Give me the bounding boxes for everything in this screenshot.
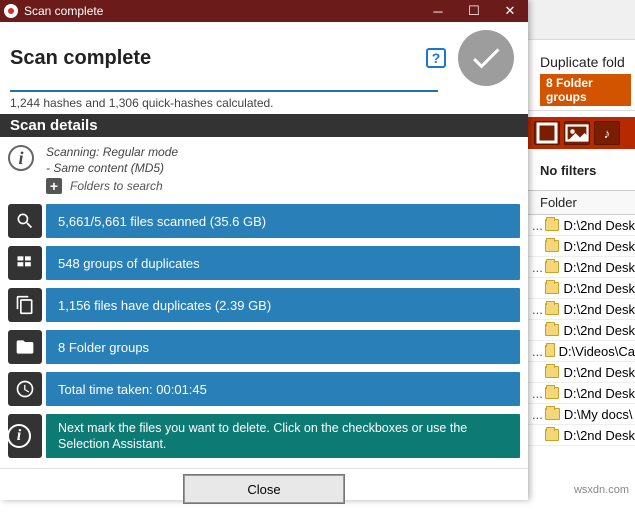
duplicate-folders-title: Duplicate fold — [540, 54, 631, 70]
title-bar[interactable]: Scan complete ─ ☐ ✕ — [0, 0, 528, 22]
close-window-button[interactable]: ✕ — [492, 0, 528, 22]
scan-content-label: - Same content (MD5) — [46, 161, 178, 177]
list-item[interactable]: ...D:\2nd Desk — [528, 383, 635, 404]
folder-groups-label: 8 Folder groups — [46, 330, 520, 364]
close-button[interactable]: Close — [184, 475, 344, 503]
list-item[interactable]: ...D:\2nd Desk — [528, 425, 635, 446]
folder-icon — [545, 303, 560, 315]
filter-toolbar: ♪ — [528, 117, 635, 149]
filter-music-icon[interactable]: ♪ — [594, 121, 620, 145]
plus-icon: + — [46, 178, 62, 194]
help-icon[interactable]: ? — [426, 48, 446, 68]
list-item[interactable]: ...D:\2nd Desk — [528, 320, 635, 341]
folder-list: ...D:\2nd Desk ...D:\2nd Desk ...D:\2nd … — [528, 215, 635, 446]
folders-to-search[interactable]: + Folders to search — [0, 178, 528, 200]
folder-column-header[interactable]: Folder — [528, 191, 635, 215]
complete-check-icon — [458, 30, 514, 86]
folder-icon — [545, 219, 560, 231]
clock-icon — [15, 379, 35, 399]
files-have-duplicates-label: 1,156 files have duplicates (2.39 GB) — [46, 288, 520, 322]
duplicate-groups-row: 548 groups of duplicates — [8, 246, 520, 280]
page-title: Scan complete — [10, 47, 426, 70]
total-time-row: Total time taken: 00:01:45 — [8, 372, 520, 406]
maximize-button[interactable]: ☐ — [456, 0, 492, 22]
list-item[interactable]: ...D:\Videos\Ca — [528, 341, 635, 362]
hash-count-label: 1,244 hashes and 1,306 quick-hashes calc… — [0, 96, 528, 114]
folder-icon — [545, 240, 560, 252]
folder-icon — [545, 282, 560, 294]
minimize-button[interactable]: ─ — [420, 0, 456, 22]
folder-icon — [545, 429, 560, 441]
scan-complete-dialog: Scan complete ─ ☐ ✕ Scan complete ? 1,24… — [0, 0, 528, 500]
files-scanned-label: 5,661/5,661 files scanned (35.6 GB) — [46, 204, 520, 238]
groups-icon — [15, 253, 35, 273]
files-scanned-row: 5,661/5,661 files scanned (35.6 GB) — [8, 204, 520, 238]
folder-icon — [545, 387, 560, 399]
total-time-label: Total time taken: 00:01:45 — [46, 372, 520, 406]
info-icon: i — [8, 145, 34, 171]
folder-groups-badge: 8 Folder groups — [540, 74, 631, 106]
scan-mode-label: Scanning: Regular mode — [46, 145, 178, 161]
copy-icon — [15, 295, 35, 315]
files-have-duplicates-row: 1,156 files have duplicates (2.39 GB) — [8, 288, 520, 322]
background-panel: Duplicate fold 8 Folder groups ♪ No filt… — [528, 0, 635, 500]
scan-details-header: Scan details — [0, 114, 528, 137]
watermark: wsxdn.com — [574, 484, 629, 496]
folder-groups-row: 8 Folder groups — [8, 330, 520, 364]
list-item[interactable]: ...D:\2nd Desk — [528, 257, 635, 278]
folder-icon — [545, 366, 560, 378]
folder-icon — [545, 324, 560, 336]
hint-label: Next mark the files you want to delete. … — [46, 414, 520, 458]
list-item[interactable]: ...D:\2nd Desk — [528, 236, 635, 257]
filter-view-all-icon[interactable] — [534, 121, 560, 145]
list-item[interactable]: ...D:\2nd Desk — [528, 362, 635, 383]
list-item[interactable]: ...D:\2nd Desk — [528, 299, 635, 320]
filter-image-icon[interactable] — [564, 121, 590, 145]
duplicate-groups-label: 548 groups of duplicates — [46, 246, 520, 280]
list-item[interactable]: ...D:\2nd Desk — [528, 215, 635, 236]
progress-bar — [10, 90, 438, 92]
app-icon — [4, 4, 18, 18]
no-filters-label: No filters — [528, 149, 635, 191]
folder-icon — [15, 337, 35, 357]
search-icon — [15, 211, 35, 231]
window-title: Scan complete — [24, 4, 420, 18]
folder-icon — [545, 408, 560, 420]
folder-icon — [545, 345, 555, 357]
list-item[interactable]: ...D:\2nd Desk — [528, 278, 635, 299]
hint-row: i Next mark the files you want to delete… — [8, 414, 520, 458]
list-item[interactable]: ...D:\My docs\ — [528, 404, 635, 425]
folder-icon — [545, 261, 560, 273]
info-icon: i — [7, 424, 31, 448]
